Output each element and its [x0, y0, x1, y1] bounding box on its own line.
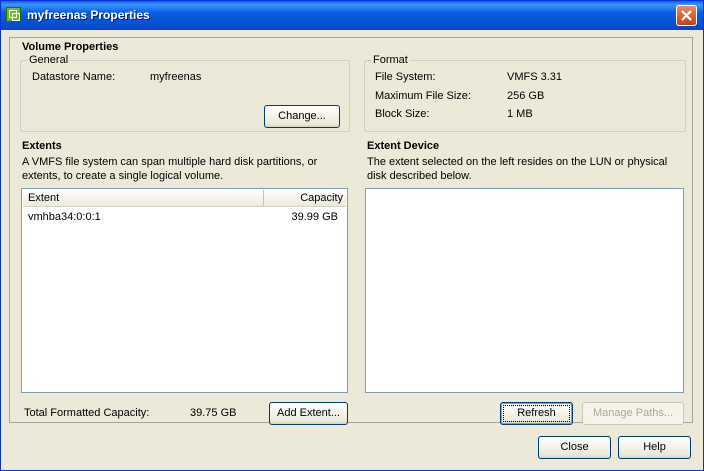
total-capacity-label: Total Formatted Capacity: — [24, 407, 150, 419]
format-legend: Format — [373, 54, 408, 66]
extents-heading: Extents — [22, 140, 62, 152]
capacity-cell: 39.99 GB — [291, 211, 338, 223]
datastore-name-label: Datastore Name: — [32, 71, 116, 83]
manage-paths-button[interactable]: Manage Paths... — [582, 402, 684, 425]
datastore-app-icon — [6, 7, 21, 22]
refresh-button[interactable]: Refresh — [500, 402, 573, 425]
datastore-name-value: myfreenas — [150, 71, 202, 83]
properties-window: myfreenas Properties Volume Properties G… — [0, 0, 704, 471]
max-file-size-label: Maximum File Size: — [375, 90, 471, 102]
total-capacity-value: 39.75 GB — [190, 407, 237, 419]
capacity-column-header[interactable]: Capacity — [264, 190, 347, 206]
title-bar[interactable]: myfreenas Properties — [1, 1, 703, 30]
file-system-label: File System: — [375, 71, 436, 83]
max-file-size-value: 256 GB — [507, 90, 545, 102]
table-row[interactable]: vmhba34:0:0:1 39.99 GB — [23, 209, 346, 225]
block-size-value: 1 MB — [507, 108, 533, 120]
general-legend: General — [29, 54, 69, 66]
extent-column-header[interactable]: Extent — [23, 190, 264, 206]
help-button[interactable]: Help — [618, 436, 691, 459]
extent-device-panel — [365, 188, 684, 393]
extents-list[interactable]: Extent Capacity vmhba34:0:0:1 39.99 GB — [21, 188, 348, 393]
extent-device-description: The extent selected on the left resides … — [367, 156, 668, 182]
close-icon — [681, 10, 692, 21]
close-button[interactable]: Close — [538, 436, 611, 459]
window-title: myfreenas Properties — [27, 8, 150, 22]
properties-panel: Volume Properties General Datastore Name… — [9, 37, 693, 425]
window-close-button[interactable] — [676, 5, 697, 26]
add-extent-button[interactable]: Add Extent... — [269, 402, 348, 425]
extents-description: A VMFS file system can span multiple har… — [22, 156, 318, 182]
extents-list-header: Extent Capacity — [23, 190, 346, 207]
extent-cell: vmhba34:0:0:1 — [28, 211, 101, 223]
file-system-value: VMFS 3.31 — [507, 71, 563, 83]
extent-device-heading: Extent Device — [367, 140, 440, 152]
volume-properties-heading: Volume Properties — [22, 41, 119, 53]
change-button[interactable]: Change... — [264, 105, 340, 128]
block-size-label: Block Size: — [375, 108, 430, 120]
